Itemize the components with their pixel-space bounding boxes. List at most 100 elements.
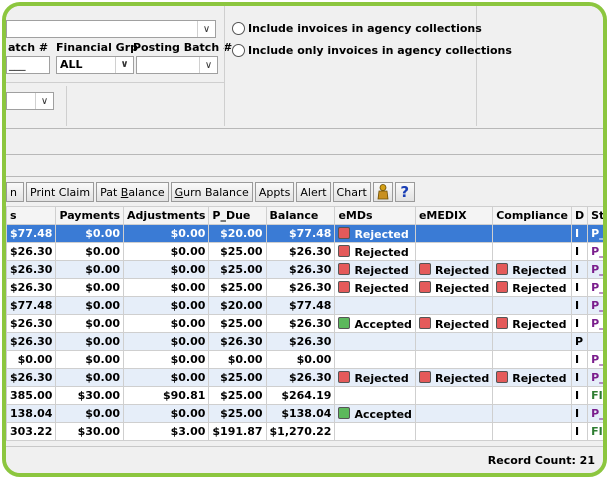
- cell-balance: $264.19: [265, 386, 336, 405]
- cell-adjustments: $0.00: [123, 314, 210, 333]
- cell-s: $26.30: [6, 260, 57, 279]
- include-agency-option[interactable]: Include invoices in agency collections: [232, 22, 482, 35]
- table-row[interactable]: $26.30 $0.00 $0.00 $25.00 $26.30 Accepted Reje…: [6, 314, 603, 333]
- column-header[interactable]: eMDs: [334, 206, 416, 225]
- cell-text: $26.30: [289, 371, 332, 384]
- top-dropdown[interactable]: ∨: [6, 20, 216, 38]
- cell-text: Accepted: [354, 407, 412, 421]
- cell-compliance: [492, 386, 572, 405]
- cell-text: Rejected: [512, 317, 567, 331]
- cell-d: I: [570, 260, 589, 279]
- rejected-status-icon: [418, 280, 431, 293]
- include-agency-label: Include invoices in agency collections: [248, 22, 482, 35]
- column-header[interactable]: Statu: [587, 206, 603, 225]
- column-header[interactable]: D: [570, 206, 589, 225]
- cell-text: $191.87: [212, 425, 263, 438]
- cell-text: $26.30: [10, 335, 53, 348]
- cell-text: $0.00: [170, 335, 206, 348]
- cell-text: Rejected: [434, 317, 490, 331]
- cell-text: $26.30: [289, 281, 332, 294]
- cell-pdue: $191.87: [208, 422, 267, 441]
- cell-d: I: [570, 386, 589, 405]
- table-row[interactable]: 385.00 $30.00 $90.81 $25.00 $264.19 I FILED: [6, 386, 603, 405]
- radio-button[interactable]: [232, 44, 245, 57]
- table-row[interactable]: $26.30 $0.00 $0.00 $25.00 $26.30 Rejected Reje…: [6, 278, 603, 297]
- table-row[interactable]: $26.30 $0.00 $0.00 $25.00 $26.30 Rejected Reje…: [6, 368, 603, 387]
- table-row[interactable]: $26.30 $0.00 $0.00 $26.30 $26.30 P: [6, 332, 603, 351]
- column-header[interactable]: Payments: [55, 206, 125, 225]
- rejected-status-icon: [496, 316, 509, 329]
- cell-text: Rejected: [354, 281, 409, 295]
- cell-text: $0.00: [227, 353, 263, 366]
- column-header[interactable]: Compliance: [492, 206, 572, 225]
- table-row[interactable]: $77.48 $0.00 $0.00 $20.00 $77.48 I P_I: [6, 296, 603, 315]
- column-header[interactable]: eMEDIX: [414, 206, 494, 225]
- cell-emedix: [414, 296, 494, 315]
- person-icon[interactable]: [372, 182, 393, 202]
- batch-field[interactable]: ___: [6, 56, 50, 74]
- cell-s: $26.30: [6, 332, 57, 351]
- cell-text: $90.81: [162, 389, 206, 402]
- cell-text: $26.30: [220, 335, 263, 348]
- cell-compliance: Rejected: [492, 278, 572, 297]
- batch-label: atch #: [8, 41, 49, 54]
- cell-text: $138.04: [281, 407, 332, 420]
- chevron-down-icon: ∨: [197, 21, 215, 37]
- rejected-status-icon: [496, 262, 509, 275]
- rejected-status-icon: [496, 280, 509, 293]
- cell-adjustments: $0.00: [123, 260, 210, 279]
- cell-emds: Rejected: [334, 260, 416, 279]
- cell-text: $0.00: [85, 281, 121, 294]
- cell-s: 385.00: [6, 386, 57, 405]
- pat-balance-label-b: alance: [128, 185, 165, 199]
- cell-status: P_I: [587, 314, 603, 333]
- table-row[interactable]: $26.30 $0.00 $0.00 $25.00 $26.30 Rejected Reje…: [6, 260, 603, 279]
- divider: [6, 176, 603, 177]
- column-header[interactable]: P_Due: [208, 206, 267, 225]
- cell-text: I: [574, 245, 580, 258]
- pat-balance-button[interactable]: Pat Balance: [96, 182, 169, 202]
- cell-adjustments: $0.00: [123, 278, 210, 297]
- table-row[interactable]: 303.22 $30.00 $3.00 $191.87 $1,270.22 I FILED: [6, 422, 603, 441]
- cell-text: $26.30: [289, 335, 332, 348]
- column-header[interactable]: Adjustments: [123, 206, 210, 225]
- cell-text: Rejected: [434, 263, 490, 277]
- include-only-agency-label: Include only invoices in agency collecti…: [248, 44, 512, 57]
- table-row[interactable]: $26.30 $0.00 $0.00 $25.00 $26.30 Rejected I P_I: [6, 242, 603, 261]
- include-only-agency-option[interactable]: Include only invoices in agency collecti…: [232, 44, 512, 57]
- cell-emedix: Rejected: [414, 260, 494, 279]
- cell-text: $25.00: [220, 263, 263, 276]
- gurn-balance-button[interactable]: Gurn Balance: [170, 182, 253, 202]
- chart-button[interactable]: Chart: [332, 182, 371, 202]
- cell-text: P: [574, 335, 584, 348]
- truncated-button[interactable]: n: [6, 182, 24, 202]
- cell-text: P_INS: [591, 353, 605, 366]
- alert-button[interactable]: Alert: [296, 182, 331, 202]
- cell-d: I: [570, 314, 589, 333]
- cell-text: $0.00: [85, 317, 121, 330]
- cell-text: $0.00: [170, 299, 206, 312]
- lower-dropdown[interactable]: ∨: [6, 92, 54, 110]
- posting-batch-select[interactable]: ∨: [136, 56, 218, 74]
- appts-button[interactable]: Appts: [254, 182, 295, 202]
- cell-text: 138.04: [10, 407, 53, 420]
- column-header[interactable]: Balance: [265, 206, 336, 225]
- column-header[interactable]: s: [6, 206, 57, 225]
- radio-button[interactable]: [232, 22, 245, 35]
- print-claim-button[interactable]: Print Claim: [26, 182, 95, 202]
- cell-emedix: Rejected: [414, 314, 494, 333]
- cell-text: $3.00: [170, 425, 206, 438]
- cell-emedix: [414, 332, 494, 351]
- action-toolbar: n Print Claim Pat Balance Gurn Balance A…: [6, 181, 415, 203]
- cell-text: $0.00: [85, 245, 121, 258]
- table-row[interactable]: $77.48 $0.00 $0.00 $20.00 $77.48 Rejected I P_I: [6, 224, 603, 243]
- cell-pdue: $25.00: [208, 242, 267, 261]
- cell-compliance: Rejected: [492, 260, 572, 279]
- cell-emds: Rejected: [334, 278, 416, 297]
- table-row[interactable]: $0.00 $0.00 $0.00 $0.00 $0.00 I P_INS: [6, 350, 605, 369]
- help-icon[interactable]: ?: [394, 182, 415, 202]
- gurn-balance-label-u: G: [174, 185, 184, 199]
- financial-grp-select[interactable]: ALL ∨: [56, 56, 134, 74]
- table-row[interactable]: 138.04 $0.00 $0.00 $25.00 $138.04 Accepted I P_…: [6, 404, 603, 423]
- financial-grp-value: ALL: [60, 58, 83, 71]
